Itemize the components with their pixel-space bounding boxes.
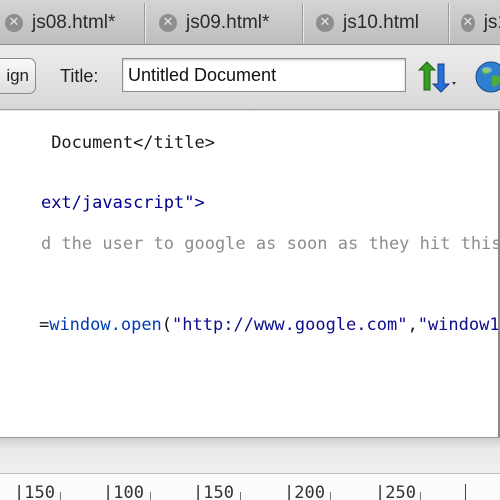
close-icon[interactable]: ✕: [159, 14, 177, 32]
tab-js08[interactable]: ✕ js08.html*: [0, 3, 145, 43]
document-title-input[interactable]: [122, 58, 406, 92]
file-transfer-icon[interactable]: [416, 60, 460, 94]
ruler-tick: [240, 492, 241, 500]
close-icon[interactable]: ✕: [461, 14, 475, 32]
code-line-window-open: =window.open("http://www.google.com","wi…: [38, 315, 500, 335]
code-line-title: Document</title>: [40, 133, 215, 153]
globe-icon[interactable]: [474, 60, 500, 94]
panel-divider[interactable]: [0, 437, 500, 473]
horizontal-ruler: |150 |100 |150 |200 |250: [0, 473, 500, 500]
ruler-label: |150: [14, 483, 55, 500]
tab-js11[interactable]: ✕ js1: [449, 3, 500, 43]
tab-js10[interactable]: ✕ js10.html: [303, 3, 449, 43]
ruler-label: |150: [193, 483, 234, 500]
code-line-comment: d the user to google as soon as they hit…: [40, 234, 500, 254]
document-toolbar: ign Title:: [0, 46, 500, 110]
title-label: Title:: [60, 66, 99, 86]
tab-label: js08.html*: [32, 12, 116, 33]
tab-js09[interactable]: ✕ js09.html*: [145, 3, 303, 43]
document-tab-bar: ✕ js08.html* ✕ js09.html* ✕ js10.html ✕ …: [0, 0, 500, 45]
tab-label: js10.html: [343, 12, 420, 33]
ruler-tick: [420, 492, 421, 500]
close-icon[interactable]: ✕: [316, 14, 334, 32]
ruler-tick: [465, 484, 466, 500]
ruler-tick: [150, 492, 151, 500]
ruler-label: |100: [103, 483, 144, 500]
ruler-label: |200: [284, 483, 325, 500]
ruler-label: |250: [375, 483, 416, 500]
code-editor[interactable]: Document</title> ext/javascript"> d the …: [0, 111, 500, 437]
ruler-tick: [330, 492, 331, 500]
tab-label: js1: [483, 12, 500, 33]
tab-label: js09.html*: [186, 12, 270, 33]
design-view-button[interactable]: ign: [0, 58, 36, 94]
ruler-tick: [60, 492, 61, 500]
close-icon[interactable]: ✕: [5, 14, 23, 32]
